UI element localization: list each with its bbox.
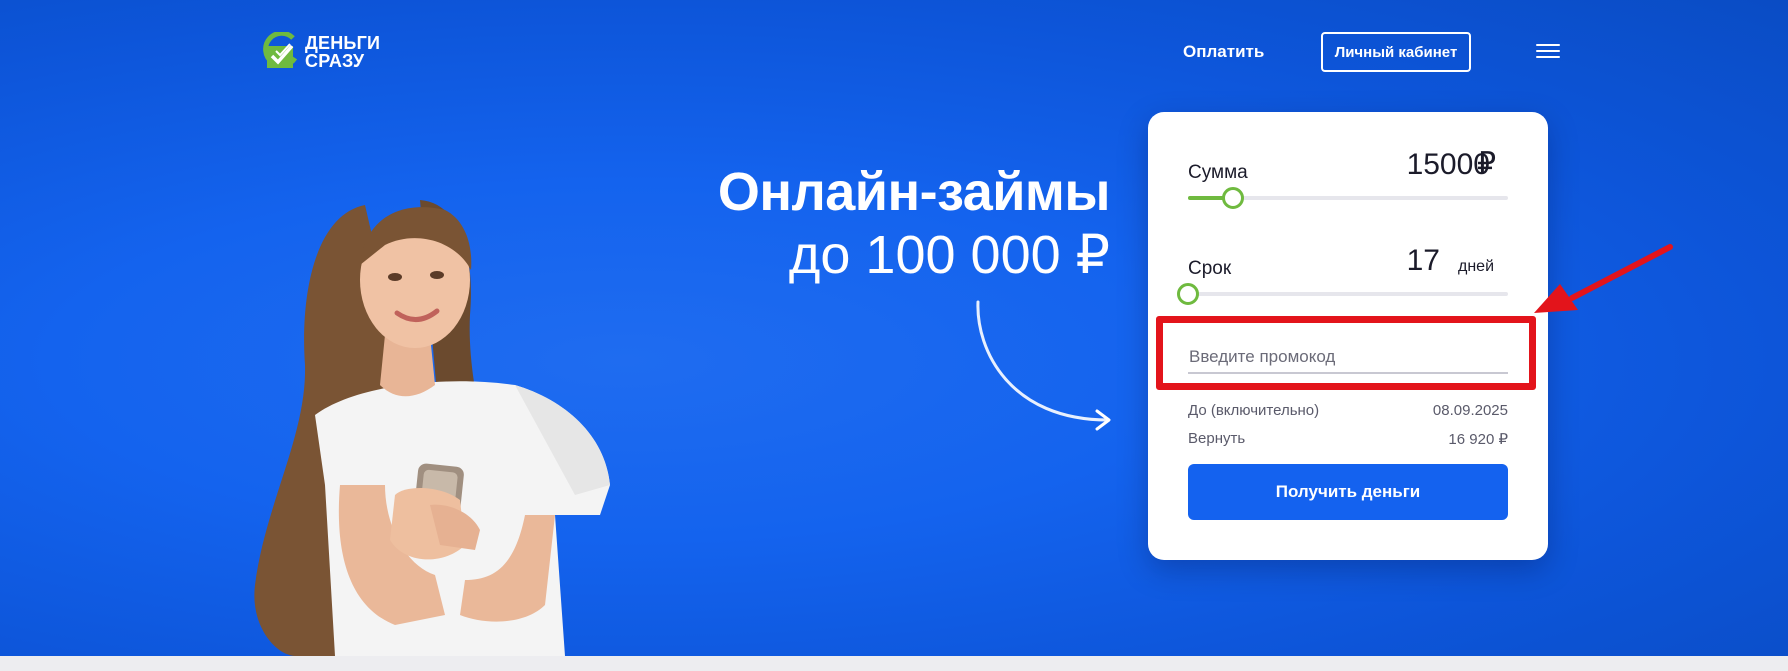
red-pointer-arrow-icon bbox=[1534, 244, 1673, 313]
logo-check-icon bbox=[263, 32, 298, 68]
hero-subtitle: до 100 000 ₽ bbox=[788, 225, 1110, 285]
term-label: Срок bbox=[1188, 258, 1232, 279]
logo[interactable]: ДЕНЬГИ СРАЗУ bbox=[263, 32, 380, 72]
amount-slider-thumb[interactable] bbox=[1222, 187, 1244, 209]
term-value[interactable]: 17 bbox=[1407, 244, 1440, 278]
due-date-label: До (включительно) bbox=[1188, 402, 1320, 419]
amount-slider[interactable] bbox=[1188, 187, 1508, 209]
amount-label: Сумма bbox=[1188, 162, 1248, 183]
personal-cabinet-button[interactable]: Личный кабинет bbox=[1321, 32, 1471, 72]
term-slider-thumb[interactable] bbox=[1177, 283, 1199, 305]
get-money-button[interactable]: Получить деньги bbox=[1188, 464, 1508, 520]
due-date-row: До (включительно) 08.09.2025 bbox=[1188, 402, 1508, 419]
nav-pay-link[interactable]: Оплатить bbox=[1183, 42, 1264, 62]
return-amount-value: 16 920 ₽ bbox=[1448, 431, 1508, 448]
hero-headline: Онлайн-займы до 100 000 ₽ bbox=[717, 160, 1111, 286]
bottom-strip bbox=[0, 656, 1788, 671]
hero-title: Онлайн-займы bbox=[717, 162, 1111, 222]
logo-text: ДЕНЬГИ СРАЗУ bbox=[305, 34, 380, 70]
term-slider[interactable] bbox=[1177, 283, 1508, 305]
menu-icon[interactable] bbox=[1536, 44, 1560, 62]
woman-with-phone-image bbox=[254, 200, 610, 656]
amount-currency: ₽ bbox=[1477, 147, 1497, 180]
curve-arrow-icon bbox=[976, 300, 1111, 431]
promo-highlight-box bbox=[1156, 316, 1536, 390]
logo-line-1: ДЕНЬГИ bbox=[305, 33, 381, 53]
return-amount-label: Вернуть bbox=[1188, 430, 1246, 447]
logo-line-2: СРАЗУ bbox=[305, 51, 365, 71]
return-amount-row: Вернуть 16 920 ₽ bbox=[1188, 430, 1508, 448]
term-unit: дней bbox=[1458, 258, 1495, 275]
due-date-value: 08.09.2025 bbox=[1432, 402, 1508, 419]
